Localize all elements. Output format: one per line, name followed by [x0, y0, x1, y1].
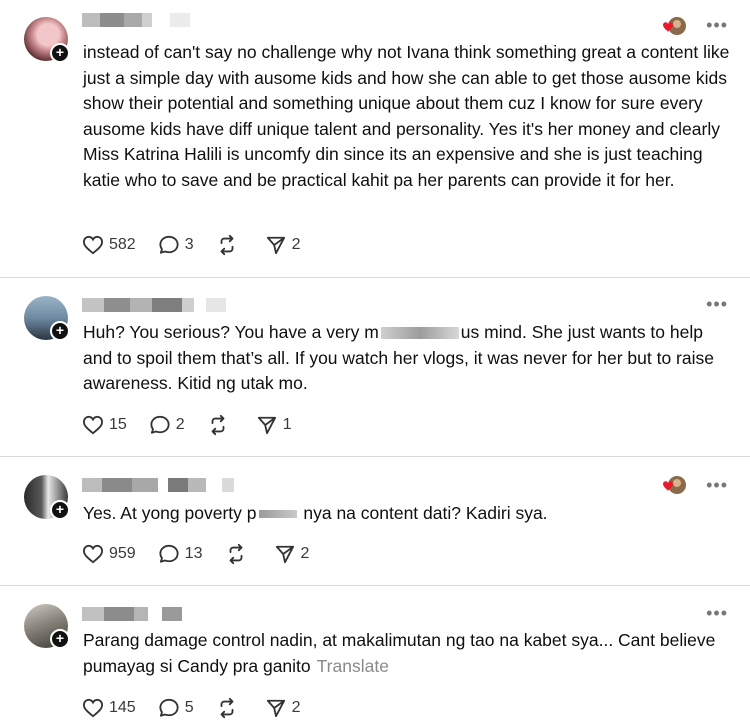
- reply-count: 2: [175, 416, 185, 433]
- censored-word: [380, 327, 459, 340]
- text-part-1: Parang damage control nadin, at makalimu…: [83, 630, 716, 676]
- like-count: 959: [109, 545, 136, 562]
- reply-button[interactable]: 13: [158, 544, 203, 564]
- send-icon: [275, 545, 294, 564]
- post-text: Huh? You serious? You have a very m us mi…: [83, 320, 733, 397]
- share-count: 2: [291, 699, 301, 716]
- username-blurred: [82, 478, 234, 492]
- post-2: + ••• Huh? You serious? You have a very …: [0, 278, 750, 456]
- repost-icon: [211, 414, 225, 436]
- more-options-button[interactable]: •••: [706, 604, 728, 622]
- follow-plus-icon[interactable]: +: [50, 629, 70, 649]
- send-icon: [266, 236, 285, 255]
- liked-by-author-icon: [663, 476, 686, 494]
- follow-plus-icon[interactable]: +: [50, 321, 70, 341]
- repost-icon: [220, 697, 234, 719]
- post-text: Parang damage control nadin, at makalimu…: [83, 628, 733, 679]
- share-button[interactable]: 2: [274, 544, 310, 564]
- share-count: 1: [282, 416, 292, 433]
- share-count: 2: [300, 545, 310, 562]
- share-button[interactable]: 1: [256, 415, 292, 435]
- text-part-1: Yes. At yong poverty p: [83, 503, 257, 523]
- like-button[interactable]: 959: [82, 544, 136, 564]
- comment-icon: [159, 698, 179, 717]
- post-text: Yes. At yong poverty p nya na content da…: [83, 501, 733, 527]
- reply-count: 13: [184, 545, 203, 562]
- heart-icon: [82, 698, 104, 718]
- like-count: 15: [109, 416, 127, 433]
- send-icon: [266, 699, 285, 718]
- reply-button[interactable]: 2: [149, 415, 185, 435]
- post-1: + ••• instead of can't say no challenge …: [0, 0, 750, 277]
- heart-icon: [82, 415, 104, 435]
- share-count: 2: [291, 236, 301, 253]
- liked-by-author-icon: [663, 17, 686, 35]
- repost-button[interactable]: [225, 543, 252, 565]
- comment-icon: [150, 415, 170, 434]
- username-blurred: [82, 607, 182, 621]
- like-button[interactable]: 582: [82, 235, 136, 255]
- repost-icon: [220, 234, 234, 256]
- censored-word: [258, 510, 297, 519]
- follow-plus-icon[interactable]: +: [50, 43, 70, 63]
- post-4: + ••• Parang damage control nadin, at ma…: [0, 586, 750, 721]
- heart-icon: [82, 235, 104, 255]
- action-bar: 15 2 1: [82, 413, 314, 437]
- text-part-2: nya na content dati? Kadiri sya.: [298, 503, 548, 523]
- action-bar: 959 13 2: [82, 542, 331, 566]
- repost-button[interactable]: [216, 697, 243, 719]
- reply-button[interactable]: 3: [158, 235, 194, 255]
- translate-link[interactable]: Translate: [317, 656, 389, 676]
- action-bar: 145 5 2: [82, 696, 323, 720]
- like-button[interactable]: 15: [82, 415, 127, 435]
- more-options-button[interactable]: •••: [706, 476, 728, 494]
- repost-icon: [229, 543, 242, 565]
- like-button[interactable]: 145: [82, 698, 136, 718]
- username-blurred: [82, 298, 226, 312]
- comment-icon: [159, 544, 179, 563]
- post-3: + ••• Yes. At yong poverty p nya na cont…: [0, 457, 750, 585]
- username-blurred: [82, 13, 190, 27]
- repost-button[interactable]: [207, 414, 234, 436]
- comment-icon: [159, 235, 179, 254]
- send-icon: [257, 416, 276, 435]
- share-button[interactable]: 2: [265, 698, 301, 718]
- share-button[interactable]: 2: [265, 235, 301, 255]
- heart-icon: [82, 544, 104, 564]
- repost-button[interactable]: [216, 234, 243, 256]
- reply-count: 5: [184, 699, 194, 716]
- reply-button[interactable]: 5: [158, 698, 194, 718]
- like-count: 145: [109, 699, 136, 716]
- post-text: instead of can't say no challenge why no…: [83, 42, 730, 190]
- text-part-1: Huh? You serious? You have a very m: [83, 322, 379, 342]
- more-options-button[interactable]: •••: [706, 16, 728, 34]
- follow-plus-icon[interactable]: +: [50, 500, 70, 520]
- reply-count: 3: [184, 236, 194, 253]
- more-options-button[interactable]: •••: [706, 295, 728, 313]
- action-bar: 582 3 2: [82, 233, 323, 257]
- like-count: 582: [109, 236, 136, 253]
